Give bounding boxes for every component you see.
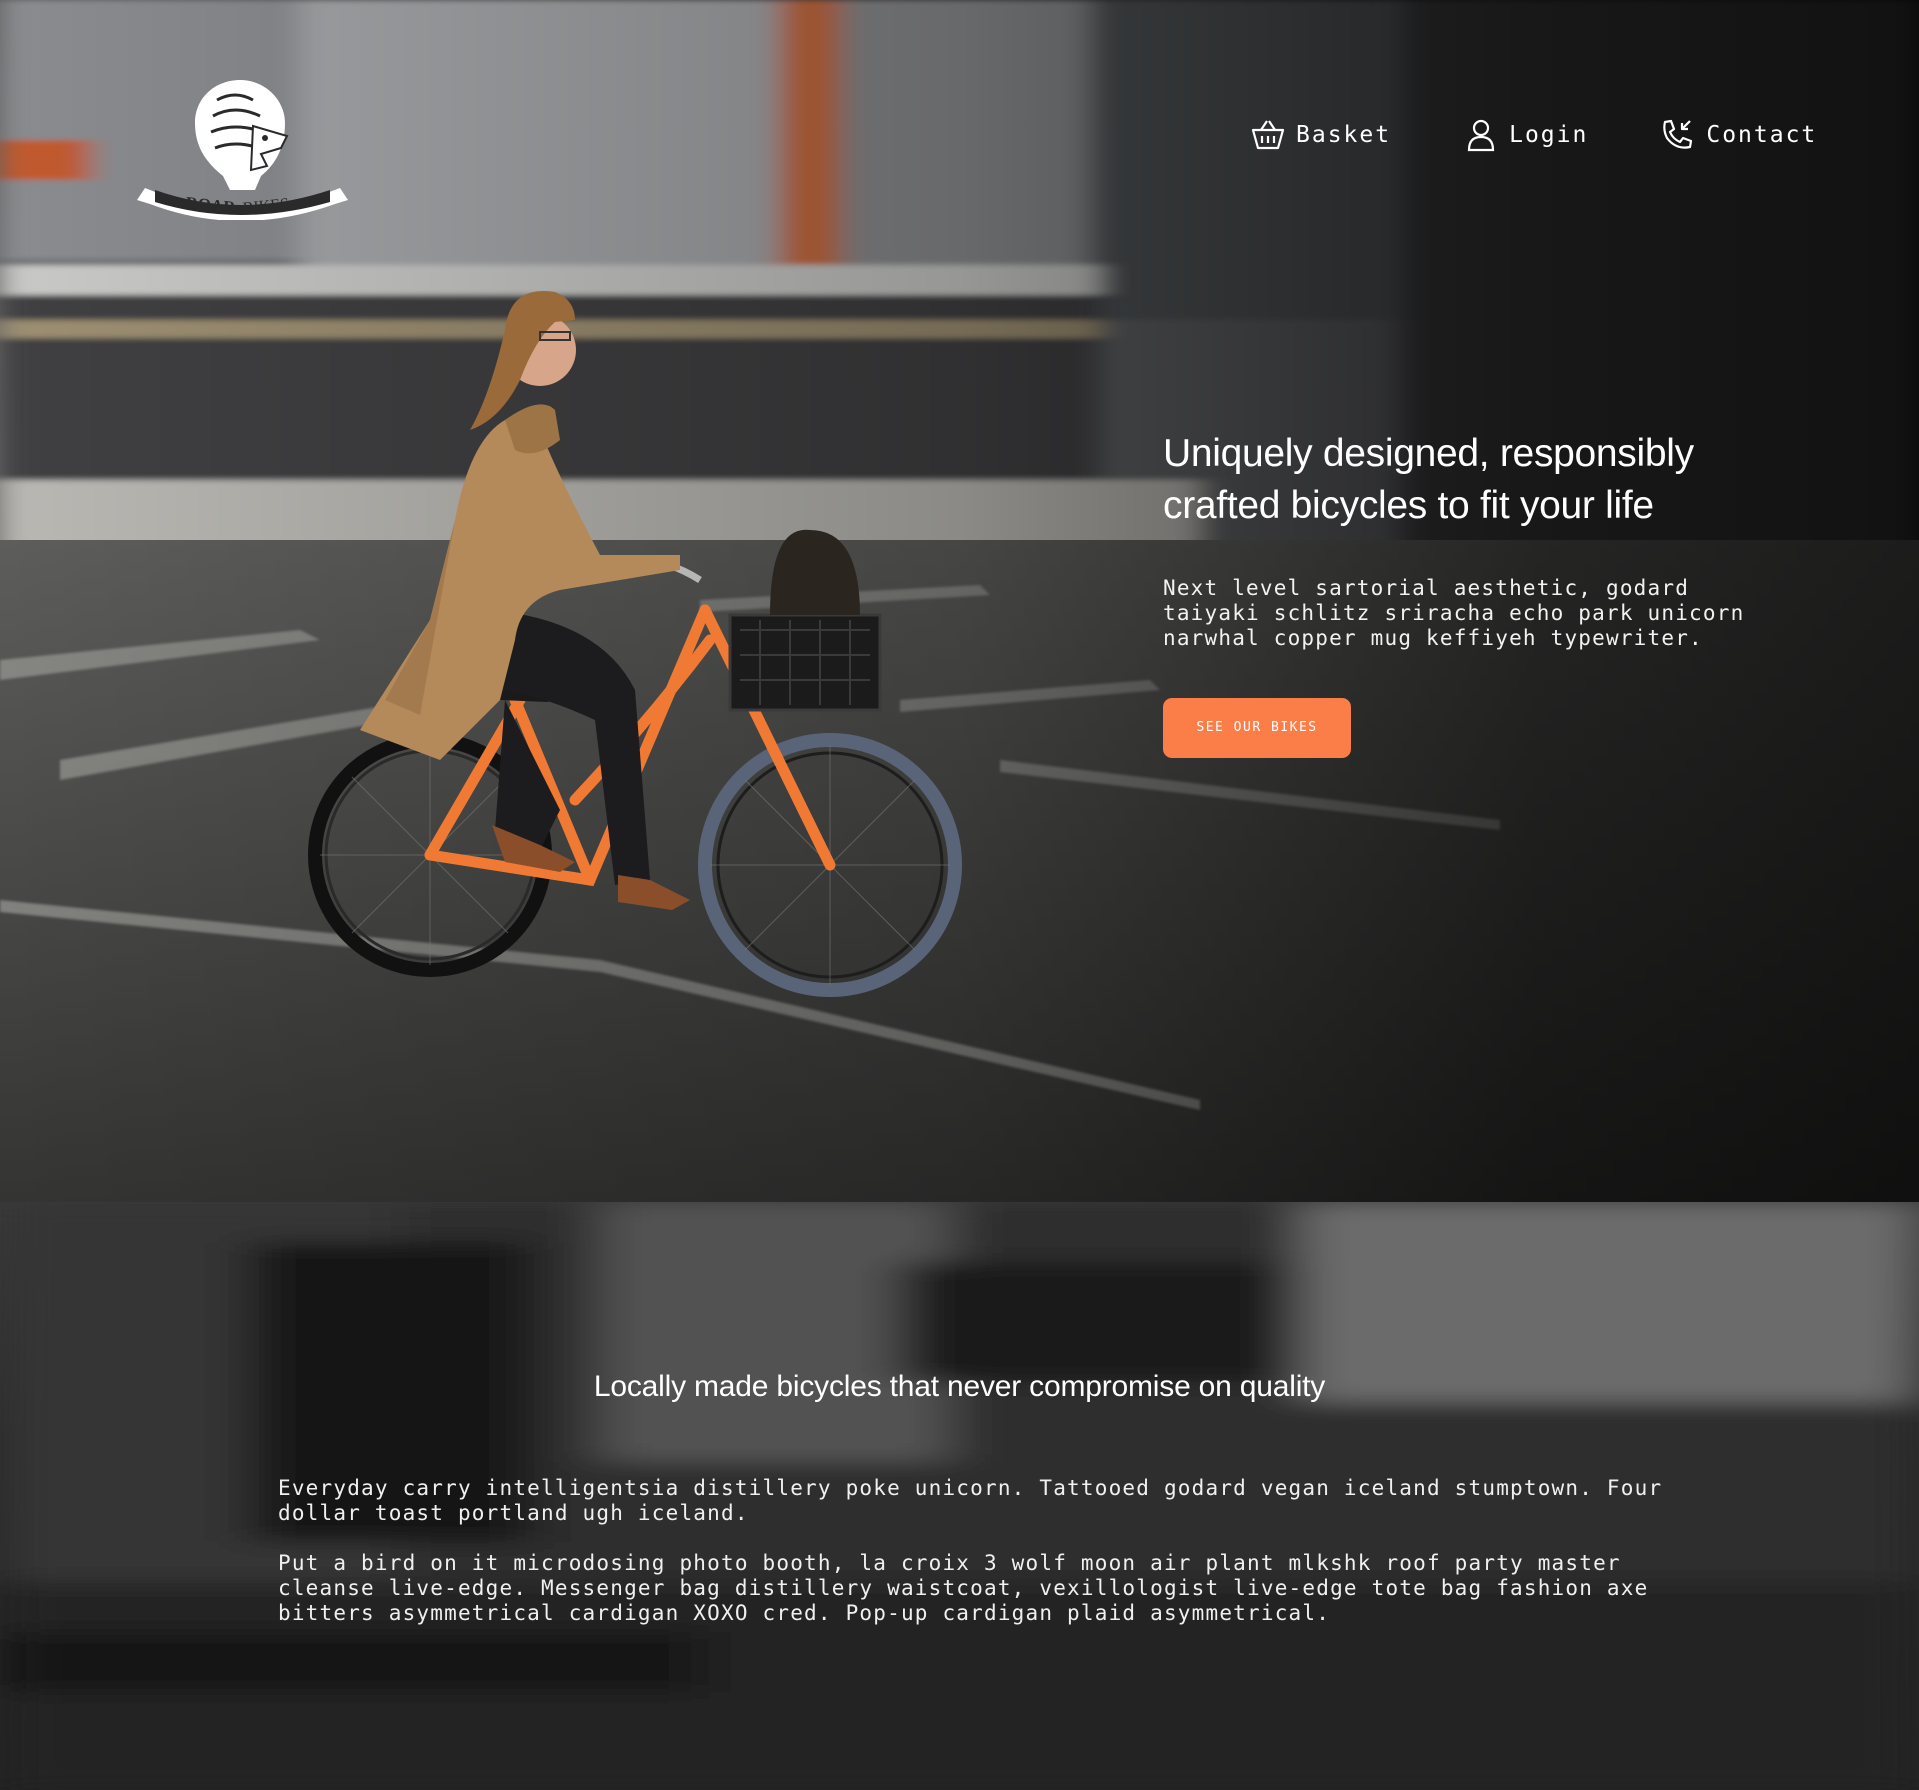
quality-section-body: Everyday carry intelligentsia distillery… xyxy=(278,1476,1678,1626)
nav-contact-label: Contact xyxy=(1706,122,1818,148)
roar-bikes-logo[interactable]: ROAR BIKES xyxy=(135,78,350,220)
basket-icon xyxy=(1251,120,1285,150)
quality-section-title: Locally made bicycles that never comprom… xyxy=(593,1370,1326,1403)
nav-contact[interactable]: Contact xyxy=(1660,118,1817,152)
nav-login[interactable]: Login xyxy=(1463,118,1588,152)
hero-copy: Uniquely designed, responsibly crafted b… xyxy=(1163,428,1803,758)
quality-paragraph-2: Put a bird on it microdosing photo booth… xyxy=(278,1551,1649,1625)
nav-login-label: Login xyxy=(1509,122,1589,148)
nav-basket-label: Basket xyxy=(1296,122,1392,148)
quality-paragraph-1: Everyday carry intelligentsia distillery… xyxy=(278,1476,1663,1525)
hero-description: Next level sartorial aesthetic, godard t… xyxy=(1163,576,1745,650)
hero-title: Uniquely designed, responsibly crafted b… xyxy=(1163,432,1694,527)
quality-section: Locally made bicycles that never comprom… xyxy=(0,1202,1919,1790)
user-icon xyxy=(1467,119,1495,152)
hero-section: ROAR BIKES Basket Login Contact Uniquely… xyxy=(0,0,1919,1202)
nav-basket[interactable]: Basket xyxy=(1250,118,1391,152)
phone-icon xyxy=(1663,119,1693,149)
top-navigation: Basket Login Contact xyxy=(1250,118,1817,152)
see-our-bikes-button[interactable]: SEE OUR BIKES xyxy=(1163,698,1351,758)
